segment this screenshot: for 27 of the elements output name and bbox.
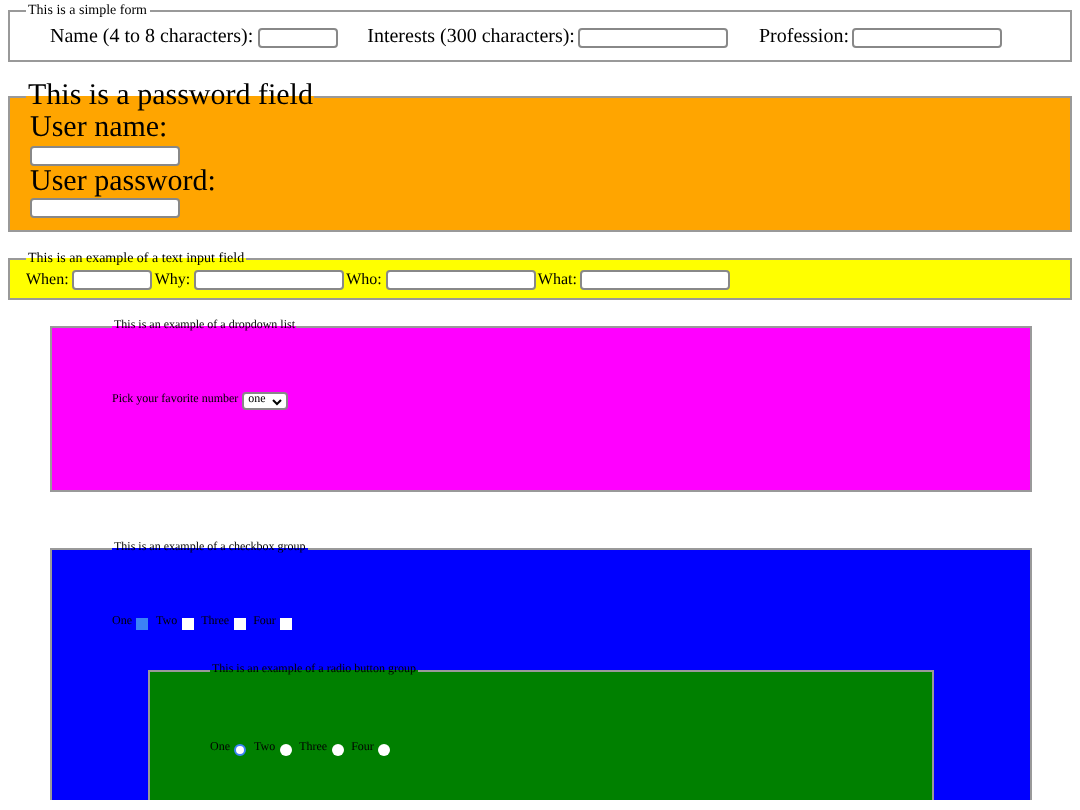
checkbox[interactable] bbox=[181, 617, 194, 629]
input-field[interactable] bbox=[30, 198, 180, 218]
field-label: Who: bbox=[346, 268, 382, 292]
field-label: Interests (300 characters): bbox=[367, 24, 575, 52]
field-label: User password: bbox=[30, 165, 218, 198]
caret-icon bbox=[271, 397, 282, 405]
radio-button[interactable] bbox=[331, 743, 344, 755]
input-field[interactable] bbox=[30, 145, 180, 165]
input-field[interactable] bbox=[578, 27, 729, 47]
radio-button[interactable] bbox=[279, 743, 292, 755]
input-field[interactable] bbox=[580, 270, 731, 290]
checkbox[interactable] bbox=[233, 617, 246, 629]
checkbox[interactable] bbox=[279, 617, 292, 629]
field-label: Profession: bbox=[758, 24, 849, 52]
input-field[interactable] bbox=[72, 270, 153, 290]
input-field[interactable] bbox=[257, 27, 338, 47]
field-label: When: bbox=[26, 268, 69, 292]
input-field[interactable] bbox=[385, 270, 536, 290]
radio-button[interactable] bbox=[234, 743, 246, 755]
radio-button[interactable] bbox=[377, 743, 390, 755]
field-label: What: bbox=[537, 268, 577, 292]
checkbox[interactable] bbox=[136, 617, 148, 629]
field-label: Name (4 to 8 characters): bbox=[50, 24, 254, 52]
field-label: User name: bbox=[30, 112, 170, 145]
input-field[interactable] bbox=[852, 27, 1003, 47]
input-field[interactable] bbox=[194, 270, 345, 290]
field-label: Why: bbox=[154, 268, 191, 292]
